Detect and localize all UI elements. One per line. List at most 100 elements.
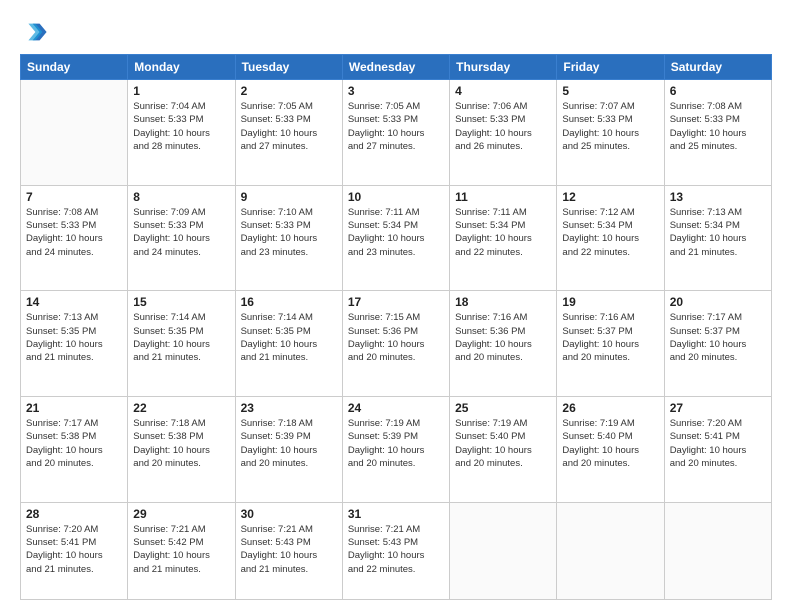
day-number: 27 <box>670 401 766 415</box>
day-info: Sunrise: 7:17 AM Sunset: 5:38 PM Dayligh… <box>26 417 122 470</box>
day-info: Sunrise: 7:21 AM Sunset: 5:43 PM Dayligh… <box>348 523 444 576</box>
calendar-cell: 14 Sunrise: 7:13 AM Sunset: 5:35 PM Dayli… <box>21 291 128 397</box>
calendar-week-row: 14 Sunrise: 7:13 AM Sunset: 5:35 PM Dayli… <box>21 291 772 397</box>
calendar-cell: 11Sunrise: 7:11 AM Sunset: 5:34 PM Dayli… <box>450 185 557 291</box>
day-number: 26 <box>562 401 658 415</box>
day-info: Sunrise: 7:13 AM Sunset: 5:34 PM Dayligh… <box>670 206 766 259</box>
day-number: 2 <box>241 84 337 98</box>
day-number: 10 <box>348 190 444 204</box>
day-info: Sunrise: 7:18 AM Sunset: 5:38 PM Dayligh… <box>133 417 229 470</box>
day-info: Sunrise: 7:13 AM Sunset: 5:35 PM Dayligh… <box>26 311 122 364</box>
day-number: 30 <box>241 507 337 521</box>
day-info: Sunrise: 7:12 AM Sunset: 5:34 PM Dayligh… <box>562 206 658 259</box>
day-info: Sunrise: 7:21 AM Sunset: 5:42 PM Dayligh… <box>133 523 229 576</box>
day-number: 8 <box>133 190 229 204</box>
day-number: 24 <box>348 401 444 415</box>
calendar-cell: 7 Sunrise: 7:08 AM Sunset: 5:33 PM Daylig… <box>21 185 128 291</box>
logo-icon <box>20 18 48 46</box>
calendar-cell: 21Sunrise: 7:17 AM Sunset: 5:38 PM Dayli… <box>21 397 128 503</box>
day-info: Sunrise: 7:11 AM Sunset: 5:34 PM Dayligh… <box>348 206 444 259</box>
day-number: 9 <box>241 190 337 204</box>
day-info: Sunrise: 7:16 AM Sunset: 5:36 PM Dayligh… <box>455 311 551 364</box>
day-info: Sunrise: 7:05 AM Sunset: 5:33 PM Dayligh… <box>241 100 337 153</box>
column-header-saturday: Saturday <box>664 55 771 80</box>
day-info: Sunrise: 7:08 AM Sunset: 5:33 PM Dayligh… <box>670 100 766 153</box>
day-info: Sunrise: 7:18 AM Sunset: 5:39 PM Dayligh… <box>241 417 337 470</box>
column-header-wednesday: Wednesday <box>342 55 449 80</box>
day-number: 1 <box>133 84 229 98</box>
day-info: Sunrise: 7:09 AM Sunset: 5:33 PM Dayligh… <box>133 206 229 259</box>
calendar-cell: 2 Sunrise: 7:05 AM Sunset: 5:33 PM Daylig… <box>235 80 342 186</box>
calendar-table: SundayMondayTuesdayWednesdayThursdayFrid… <box>20 54 772 600</box>
day-number: 14 <box>26 295 122 309</box>
calendar-cell: 4 Sunrise: 7:06 AM Sunset: 5:33 PM Daylig… <box>450 80 557 186</box>
column-header-sunday: Sunday <box>21 55 128 80</box>
day-info: Sunrise: 7:15 AM Sunset: 5:36 PM Dayligh… <box>348 311 444 364</box>
calendar-cell <box>450 502 557 599</box>
calendar-cell: 10 Sunrise: 7:11 AM Sunset: 5:34 PM Dayli… <box>342 185 449 291</box>
day-info: Sunrise: 7:04 AM Sunset: 5:33 PM Dayligh… <box>133 100 229 153</box>
calendar-cell: 26 Sunrise: 7:19 AM Sunset: 5:40 PM Dayli… <box>557 397 664 503</box>
day-number: 18 <box>455 295 551 309</box>
day-info: Sunrise: 7:19 AM Sunset: 5:40 PM Dayligh… <box>562 417 658 470</box>
day-number: 13 <box>670 190 766 204</box>
day-number: 12 <box>562 190 658 204</box>
calendar-cell: 12 Sunrise: 7:12 AM Sunset: 5:34 PM Dayli… <box>557 185 664 291</box>
calendar-cell: 19 Sunrise: 7:16 AM Sunset: 5:37 PM Dayli… <box>557 291 664 397</box>
calendar-cell: 13 Sunrise: 7:13 AM Sunset: 5:34 PM Dayli… <box>664 185 771 291</box>
day-info: Sunrise: 7:10 AM Sunset: 5:33 PM Dayligh… <box>241 206 337 259</box>
calendar-cell: 17 Sunrise: 7:15 AM Sunset: 5:36 PM Dayli… <box>342 291 449 397</box>
calendar-cell: 30 Sunrise: 7:21 AM Sunset: 5:43 PM Dayli… <box>235 502 342 599</box>
day-number: 22 <box>133 401 229 415</box>
day-info: Sunrise: 7:17 AM Sunset: 5:37 PM Dayligh… <box>670 311 766 364</box>
calendar-week-row: 7 Sunrise: 7:08 AM Sunset: 5:33 PM Daylig… <box>21 185 772 291</box>
calendar-week-row: 21Sunrise: 7:17 AM Sunset: 5:38 PM Dayli… <box>21 397 772 503</box>
day-info: Sunrise: 7:20 AM Sunset: 5:41 PM Dayligh… <box>26 523 122 576</box>
day-info: Sunrise: 7:05 AM Sunset: 5:33 PM Dayligh… <box>348 100 444 153</box>
day-number: 31 <box>348 507 444 521</box>
day-number: 25 <box>455 401 551 415</box>
day-number: 16 <box>241 295 337 309</box>
day-number: 17 <box>348 295 444 309</box>
calendar-cell: 20Sunrise: 7:17 AM Sunset: 5:37 PM Dayli… <box>664 291 771 397</box>
calendar-cell: 31 Sunrise: 7:21 AM Sunset: 5:43 PM Dayli… <box>342 502 449 599</box>
header <box>20 18 772 46</box>
day-info: Sunrise: 7:07 AM Sunset: 5:33 PM Dayligh… <box>562 100 658 153</box>
day-info: Sunrise: 7:20 AM Sunset: 5:41 PM Dayligh… <box>670 417 766 470</box>
column-header-tuesday: Tuesday <box>235 55 342 80</box>
column-header-friday: Friday <box>557 55 664 80</box>
day-number: 4 <box>455 84 551 98</box>
calendar-cell: 22 Sunrise: 7:18 AM Sunset: 5:38 PM Dayli… <box>128 397 235 503</box>
column-header-thursday: Thursday <box>450 55 557 80</box>
calendar-cell <box>557 502 664 599</box>
day-number: 6 <box>670 84 766 98</box>
day-number: 28 <box>26 507 122 521</box>
calendar-cell: 9 Sunrise: 7:10 AM Sunset: 5:33 PM Daylig… <box>235 185 342 291</box>
calendar-cell: 25Sunrise: 7:19 AM Sunset: 5:40 PM Dayli… <box>450 397 557 503</box>
day-number: 29 <box>133 507 229 521</box>
day-number: 23 <box>241 401 337 415</box>
calendar-week-row: 28 Sunrise: 7:20 AM Sunset: 5:41 PM Dayli… <box>21 502 772 599</box>
day-info: Sunrise: 7:08 AM Sunset: 5:33 PM Dayligh… <box>26 206 122 259</box>
calendar-header-row: SundayMondayTuesdayWednesdayThursdayFrid… <box>21 55 772 80</box>
day-info: Sunrise: 7:14 AM Sunset: 5:35 PM Dayligh… <box>241 311 337 364</box>
calendar-cell: 1 Sunrise: 7:04 AM Sunset: 5:33 PM Daylig… <box>128 80 235 186</box>
calendar-cell <box>664 502 771 599</box>
calendar-cell: 27 Sunrise: 7:20 AM Sunset: 5:41 PM Dayli… <box>664 397 771 503</box>
day-info: Sunrise: 7:11 AM Sunset: 5:34 PM Dayligh… <box>455 206 551 259</box>
calendar-cell: 3Sunrise: 7:05 AM Sunset: 5:33 PM Daylig… <box>342 80 449 186</box>
calendar-cell: 15Sunrise: 7:14 AM Sunset: 5:35 PM Dayli… <box>128 291 235 397</box>
day-info: Sunrise: 7:16 AM Sunset: 5:37 PM Dayligh… <box>562 311 658 364</box>
calendar-cell: 5Sunrise: 7:07 AM Sunset: 5:33 PM Daylig… <box>557 80 664 186</box>
logo <box>20 18 52 46</box>
day-info: Sunrise: 7:21 AM Sunset: 5:43 PM Dayligh… <box>241 523 337 576</box>
calendar-cell: 16 Sunrise: 7:14 AM Sunset: 5:35 PM Dayli… <box>235 291 342 397</box>
day-info: Sunrise: 7:19 AM Sunset: 5:39 PM Dayligh… <box>348 417 444 470</box>
day-info: Sunrise: 7:06 AM Sunset: 5:33 PM Dayligh… <box>455 100 551 153</box>
day-info: Sunrise: 7:14 AM Sunset: 5:35 PM Dayligh… <box>133 311 229 364</box>
day-number: 7 <box>26 190 122 204</box>
calendar-cell: 8 Sunrise: 7:09 AM Sunset: 5:33 PM Daylig… <box>128 185 235 291</box>
day-number: 19 <box>562 295 658 309</box>
calendar-cell: 24 Sunrise: 7:19 AM Sunset: 5:39 PM Dayli… <box>342 397 449 503</box>
calendar-cell: 29 Sunrise: 7:21 AM Sunset: 5:42 PM Dayli… <box>128 502 235 599</box>
